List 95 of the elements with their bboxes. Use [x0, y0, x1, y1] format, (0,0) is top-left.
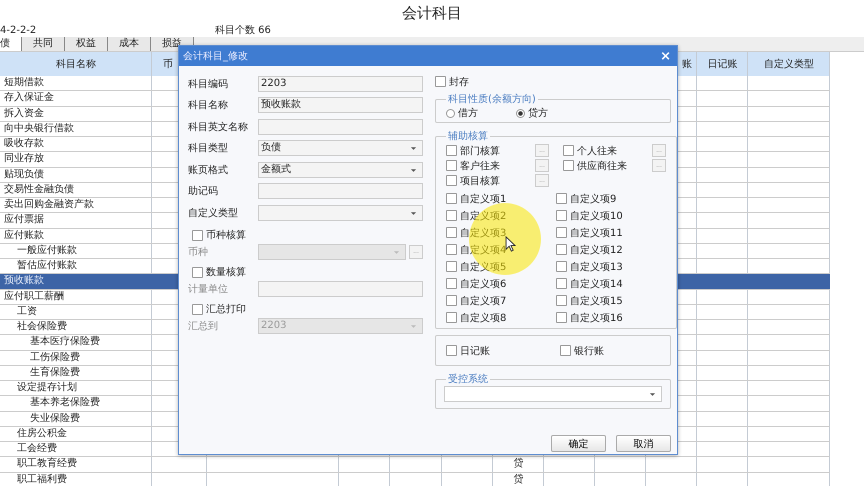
account-name: 生育保险费: [29, 366, 81, 380]
balance-direction: 贷: [512, 472, 524, 486]
input-field[interactable]: [258, 183, 423, 200]
dropdown-field[interactable]: [258, 204, 423, 221]
group-legend: 科目性质(余额方向): [446, 92, 538, 106]
column-header: 日记账: [708, 58, 738, 71]
group-legend: 辅助核算: [446, 129, 490, 143]
checkbox[interactable]: 日记账: [446, 342, 490, 359]
field-label: 科目英文名称: [188, 120, 249, 134]
checkbox[interactable]: 数量核算: [192, 264, 423, 280]
close-button[interactable]: ×: [660, 48, 671, 64]
checkbox[interactable]: 自定义项9: [556, 190, 666, 207]
account-name: 拆入资金: [3, 106, 45, 120]
dropdown-field[interactable]: 负债: [258, 140, 423, 156]
account-name: 向中央银行借款: [3, 122, 75, 136]
column-header: 科目名称: [56, 58, 96, 71]
field-label: 币种: [188, 246, 209, 258]
table-row[interactable]: 职工教育经费 贷: [0, 457, 830, 472]
account-name: 贴现负债: [3, 168, 45, 182]
checkbox[interactable]: 自定义项12: [556, 241, 666, 258]
account-name: 应付职工薪酬: [3, 290, 65, 304]
caret-icon: [393, 250, 400, 254]
account-name: 卖出回购金融资产款: [3, 198, 95, 212]
account-name: 短期借款: [3, 76, 45, 90]
checkbox[interactable]: 银行账: [560, 342, 604, 359]
account-name: 应付账款: [3, 228, 45, 242]
code-rule: 4-2-2-2: [0, 25, 38, 37]
field-label: 科目编码: [188, 78, 229, 91]
tab[interactable]: 成本: [108, 37, 151, 51]
account-name: 同业存放: [3, 152, 45, 166]
tab[interactable]: 共同: [22, 37, 65, 51]
checkbox[interactable]: 自定义项13: [556, 258, 666, 275]
checkbox[interactable]: 部门核算: [446, 142, 500, 159]
account-name: 基本养老保险费: [29, 396, 101, 410]
account-name: 预收账款: [3, 274, 45, 288]
checkbox[interactable]: 项目核算: [446, 172, 500, 189]
tab[interactable]: 权益: [65, 37, 108, 51]
dialog-title: 会计科目_修改: [183, 50, 248, 63]
checkbox[interactable]: 自定义项14: [556, 275, 666, 292]
caret-icon: [410, 210, 417, 216]
dialog-button[interactable]: 确定: [551, 435, 606, 452]
field-label: 科目名称: [188, 98, 229, 112]
cursor-icon: [505, 236, 516, 252]
field-label: 科目类型: [188, 142, 229, 156]
account-name: 设定提存计划: [16, 381, 78, 395]
column-header: 自定义类型: [764, 58, 814, 71]
field-label: 计量单位: [188, 282, 229, 296]
checkbox[interactable]: 自定义项16: [556, 309, 666, 326]
account-name: 工资: [16, 304, 38, 319]
account-name: 工伤保险费: [29, 350, 81, 364]
checkbox[interactable]: 供应商往来: [563, 157, 627, 174]
balance-direction: 贷: [512, 457, 524, 472]
field-label: 自定义类型: [188, 206, 239, 220]
field-label: 汇总到: [188, 320, 219, 332]
column-header: 币: [163, 58, 173, 71]
checkbox[interactable]: 自定义项7: [446, 292, 556, 309]
account-count: 科目个数 66: [215, 25, 271, 37]
account-name: 存入保证金: [3, 91, 55, 106]
dropdown-field[interactable]: 金额式: [258, 162, 423, 178]
field-label: 账页格式: [188, 164, 229, 177]
field-label: 助记码: [188, 184, 219, 198]
account-name: 吸收存款: [3, 137, 45, 151]
account-name: 工会经费: [16, 442, 58, 456]
input-field[interactable]: 2203: [258, 76, 423, 92]
radio-button[interactable]: 贷方: [516, 106, 548, 120]
dialog-button[interactable]: 取消: [616, 435, 671, 452]
input-field[interactable]: [258, 118, 423, 135]
account-name: 交易性金融负债: [3, 182, 75, 197]
page-title: 会计科目: [401, 3, 463, 24]
checkbox[interactable]: 自定义项15: [556, 292, 666, 309]
radio-button[interactable]: 借方: [446, 106, 478, 120]
account-name: 职工福利费: [16, 472, 68, 486]
account-name: 一般应付账款: [16, 244, 78, 258]
checkbox[interactable]: 封存: [435, 73, 671, 90]
tab[interactable]: 债: [0, 37, 22, 51]
checkbox[interactable]: 个人往来: [563, 142, 617, 159]
account-name: 失业保险费: [29, 412, 81, 426]
account-name: 暂估应付账款: [16, 259, 78, 273]
account-name: 住房公积金: [16, 426, 68, 441]
account-name: 社会保险费: [16, 320, 68, 334]
checkbox[interactable]: 自定义项10: [556, 207, 666, 224]
account-name: 应付票据: [3, 213, 45, 228]
checkbox[interactable]: 自定义项1: [446, 190, 556, 207]
checkbox[interactable]: 自定义项6: [446, 275, 556, 292]
caret-icon: [410, 324, 417, 328]
account-name: 基本医疗保险费: [29, 335, 101, 350]
account-name: 职工教育经费: [16, 457, 78, 472]
checkbox[interactable]: 自定义项11: [556, 224, 666, 241]
input-field[interactable]: [258, 280, 423, 296]
input-field[interactable]: 预收账款: [258, 97, 423, 114]
group-legend: 受控系统: [446, 372, 490, 386]
column-header: 账: [682, 58, 692, 71]
checkbox[interactable]: 自定义项8: [446, 309, 556, 326]
checkbox[interactable]: 客户往来: [446, 157, 500, 174]
dropdown-field[interactable]: [444, 386, 662, 402]
